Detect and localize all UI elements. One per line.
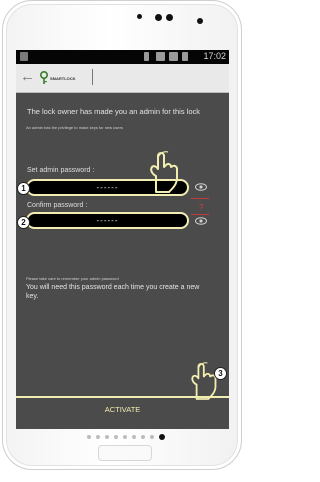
app-bar: ← SMARTLOCK (16, 64, 229, 93)
page-dot (141, 435, 145, 439)
page-indicator (87, 434, 171, 442)
page-dot (123, 435, 127, 439)
activate-button[interactable]: ACTIVATE (16, 405, 229, 414)
page-dot (105, 435, 109, 439)
earpiece-dot (137, 14, 142, 19)
tap-hand-icon (150, 151, 178, 193)
wifi-icon (156, 52, 165, 61)
password-reminder-note: Please take care to remember your admin … (26, 276, 119, 281)
notification-icon (20, 52, 28, 61)
status-bar: 17:02 (16, 50, 229, 64)
error-divider-2 (191, 214, 209, 215)
signal-icon (169, 52, 178, 61)
error-divider (191, 198, 209, 199)
password-usage-note: You will need this password each time yo… (26, 284, 200, 300)
step-badge-2: 2 (17, 216, 30, 229)
home-button[interactable] (98, 445, 152, 461)
show-confirm-password-eye-icon[interactable] (195, 217, 207, 225)
screen: 17:02 ← SMARTLOCK The lock owner has mad… (16, 50, 229, 429)
proximity-sensor (197, 18, 203, 24)
page-dot-active (159, 434, 165, 440)
confirm-password-field[interactable]: ------ (26, 212, 189, 229)
page-dot (87, 435, 91, 439)
tap-hand-activate-icon (191, 362, 217, 400)
logo-text: SMARTLOCK (50, 76, 76, 81)
page-heading: The lock owner has made you an admin for… (27, 107, 201, 116)
password-mismatch-mark: ? (199, 203, 204, 212)
confirm-password-label: Confirm password : (27, 202, 88, 209)
bluetooth-icon (144, 52, 149, 61)
show-password-eye-icon[interactable] (195, 183, 207, 191)
key-logo-icon (39, 70, 49, 84)
front-camera (155, 14, 162, 21)
status-time: 17:02 (203, 51, 226, 61)
step-badge-1: 1 (17, 182, 30, 195)
page-dot (96, 435, 100, 439)
appbar-divider (92, 69, 93, 85)
page-dot (132, 435, 136, 439)
step-badge-3: 3 (214, 367, 227, 380)
battery-icon (182, 52, 188, 61)
back-arrow-icon[interactable]: ← (20, 68, 35, 86)
page-subheading: An admin has the privilege to make keys … (26, 125, 123, 130)
page-dot (150, 435, 154, 439)
app-logo: SMARTLOCK (38, 70, 88, 85)
set-password-label: Set admin password : (27, 167, 95, 174)
phone-frame: 17:02 ← SMARTLOCK The lock owner has mad… (2, 0, 242, 470)
sensor-dot (166, 14, 173, 21)
page-dot (114, 435, 118, 439)
